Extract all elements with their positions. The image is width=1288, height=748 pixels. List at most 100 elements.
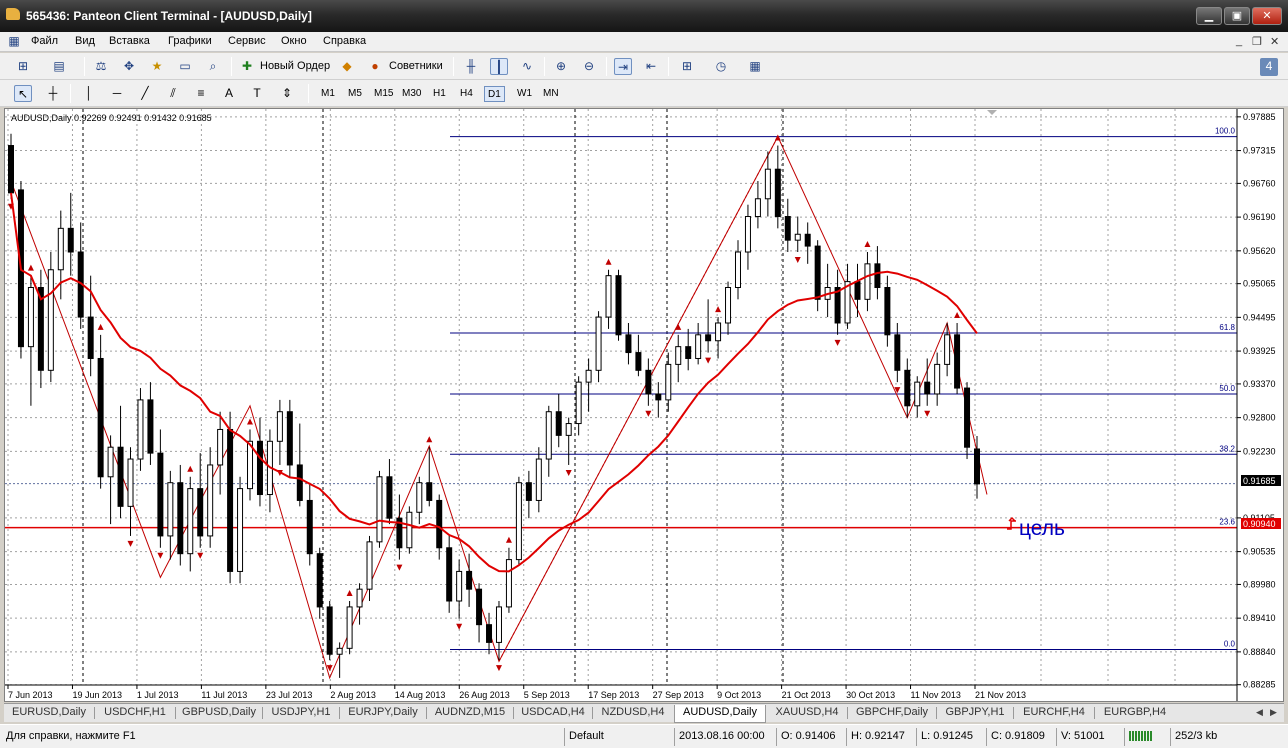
chart-shift-icon[interactable]: ⇤	[642, 58, 660, 75]
timeframe-mn[interactable]: MN	[540, 86, 562, 102]
time-tick-label: 23 Jul 2013	[266, 690, 313, 700]
tab-usdjpy-h1[interactable]: USDJPY,H1	[263, 705, 339, 721]
tab-eurgbp-h4[interactable]: EURGBP,H4	[1095, 705, 1175, 721]
candle-body	[585, 369, 592, 383]
maximize-button[interactable]: ▣	[1224, 7, 1250, 25]
candle	[794, 216, 801, 253]
timeframe-m5[interactable]: M5	[345, 86, 365, 102]
fractal-up-icon	[864, 241, 871, 248]
tab-eurusd-daily[interactable]: EURUSD,Daily	[4, 705, 94, 721]
fractal-up-icon	[505, 536, 512, 543]
terminal-icon[interactable]: ▭	[176, 58, 194, 75]
candlestick-chart-icon[interactable]: ┃	[490, 58, 508, 75]
mdi-restore-icon[interactable]: ❐	[1252, 35, 1262, 48]
timeframe-m1[interactable]: M1	[318, 86, 338, 102]
candle-body	[466, 570, 473, 590]
tab-gbpusd-daily[interactable]: GBPUSD,Daily	[176, 705, 262, 721]
tab-usdchf-h1[interactable]: USDCHF,H1	[95, 705, 175, 721]
tab-audnzd-m15[interactable]: AUDNZD,M15	[427, 705, 513, 721]
tester-icon[interactable]: ⌕	[204, 58, 222, 75]
tab-gbpjpy-h1[interactable]: GBPJPY,H1	[937, 705, 1013, 721]
zoom-out-icon[interactable]: ⊖	[580, 58, 598, 75]
timeframe-h4[interactable]: H4	[457, 86, 476, 102]
cursor-icon[interactable]: ↖	[14, 85, 32, 102]
tab-nzdusd-h4[interactable]: NZDUSD,H4	[593, 705, 673, 721]
bar-chart-icon[interactable]: ╫	[462, 58, 480, 75]
crosshair-icon[interactable]: ┼	[44, 85, 62, 102]
minimize-button[interactable]: ▁	[1196, 7, 1222, 25]
auto-scroll-icon[interactable]: ⇥	[614, 58, 632, 75]
menu-tools[interactable]: Сервис	[228, 35, 266, 47]
arrows-icon[interactable]: ⇕	[278, 85, 296, 102]
market-watch-icon[interactable]: ⚖	[92, 58, 110, 75]
candle-body	[535, 458, 542, 501]
menu-window[interactable]: Окно	[281, 35, 307, 47]
mdi-minimize-icon[interactable]: _	[1236, 35, 1242, 47]
fractal-up-icon	[247, 418, 254, 425]
fibonacci-icon[interactable]: ≡	[192, 85, 210, 102]
tab-eurjpy-daily[interactable]: EURJPY,Daily	[340, 705, 426, 721]
new-chart-icon[interactable]: ⊞	[14, 58, 32, 75]
tab-eurchf-h4[interactable]: EURCHF,H4	[1014, 705, 1094, 721]
candle	[744, 204, 751, 270]
new-order-icon[interactable]: ✚	[238, 58, 256, 75]
tab-scroll-left-icon[interactable]: ◀	[1256, 707, 1263, 718]
mdi-close-icon[interactable]: ✕	[1270, 35, 1279, 48]
trendline-icon[interactable]: ╱	[136, 85, 154, 102]
vertical-line-icon[interactable]: │	[80, 85, 98, 102]
chart-window[interactable]: 100.0 61.8 50.0 38.2 23.6 0.0 0.97885 0.97315 0…	[4, 108, 1284, 702]
candle-body	[256, 440, 263, 496]
menu-insert[interactable]: Вставка	[109, 35, 150, 47]
candle	[725, 281, 732, 335]
equidistant-channel-icon[interactable]: ⫽	[164, 85, 182, 102]
candle-body	[366, 541, 373, 590]
text-label-icon[interactable]: T	[248, 85, 266, 102]
new-order-button[interactable]: Новый Ордер	[260, 60, 330, 72]
price-chart[interactable]: 100.061.850.038.223.60.0 0.978850.973150…	[5, 109, 1283, 701]
chart-grid	[5, 109, 1237, 686]
candle	[296, 423, 303, 507]
text-icon[interactable]: A	[220, 85, 238, 102]
menu-charts[interactable]: Графики	[168, 35, 212, 47]
timeframe-m30[interactable]: M30	[399, 86, 424, 102]
timeframe-m15[interactable]: M15	[371, 86, 396, 102]
chart-window-icon[interactable]: ▦	[6, 34, 22, 49]
tab-audusd-daily[interactable]: AUDUSD,Daily	[674, 705, 766, 723]
tab-xauusd-h4[interactable]: XAUUSD,H4	[767, 705, 847, 721]
close-button[interactable]: ✕	[1252, 7, 1282, 25]
horizontal-line-icon[interactable]: ─	[108, 85, 126, 102]
timeframe-d1[interactable]: D1	[484, 86, 505, 102]
price-tick-label: 0.93370	[1243, 379, 1276, 389]
candle	[426, 447, 433, 507]
tab-usdcad-h4[interactable]: USDCAD,H4	[514, 705, 592, 721]
candle	[645, 358, 652, 406]
candle-body	[794, 233, 801, 241]
timeframe-w1[interactable]: W1	[514, 86, 535, 102]
profiles-icon[interactable]: ▤	[50, 58, 68, 75]
fractal-down-icon	[157, 552, 164, 559]
line-chart-icon[interactable]: ∿	[518, 58, 536, 75]
candle	[57, 210, 64, 300]
candle	[8, 133, 14, 199]
data-window-icon[interactable]: ✥	[120, 58, 138, 75]
indicators-icon[interactable]: ⊞	[678, 58, 696, 75]
candle	[705, 299, 712, 353]
candle-body	[605, 275, 612, 318]
tab-scroll-right-icon[interactable]: ▶	[1270, 707, 1277, 718]
periods-icon[interactable]: ◷	[712, 58, 730, 75]
candle	[476, 583, 483, 643]
menu-view[interactable]: Вид	[75, 35, 95, 47]
candle-body	[625, 334, 632, 354]
templates-icon[interactable]: ▦	[746, 58, 764, 75]
metaeditor-icon[interactable]: ◆	[338, 58, 356, 75]
tab-gbpchf-daily[interactable]: GBPCHF,Daily	[848, 705, 936, 721]
expert-advisors-button[interactable]: Советники	[389, 60, 443, 72]
alerts-icon[interactable]: 4	[1260, 58, 1278, 76]
navigator-icon[interactable]: ★	[148, 58, 166, 75]
experts-icon[interactable]: ●	[366, 58, 384, 75]
timeframe-h1[interactable]: H1	[430, 86, 449, 102]
menu-file[interactable]: Файл	[31, 35, 58, 47]
zoom-in-icon[interactable]: ⊕	[552, 58, 570, 75]
menu-help[interactable]: Справка	[323, 35, 366, 47]
candle-body	[595, 316, 602, 371]
